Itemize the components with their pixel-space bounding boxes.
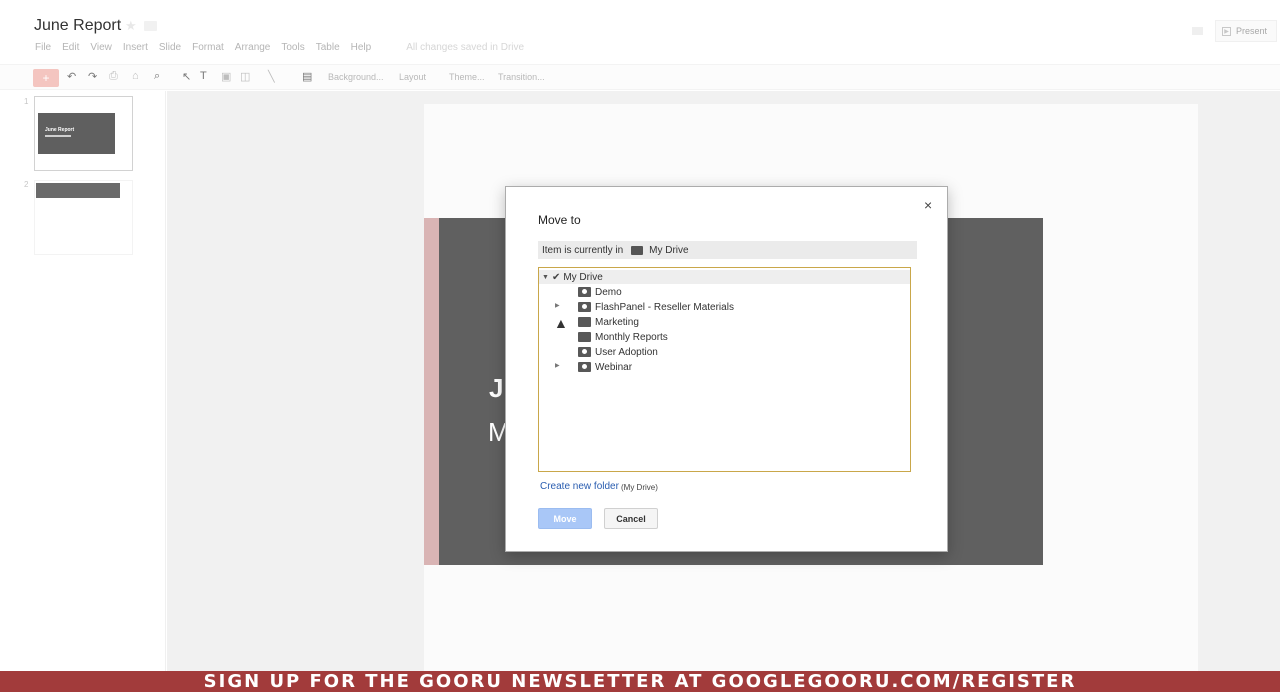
menu-insert[interactable]: Insert (123, 42, 148, 53)
tree-root-my-drive[interactable]: ▼ ✔ My Drive (539, 270, 910, 284)
line-icon[interactable]: ╲ (268, 70, 275, 83)
move-button[interactable]: Move (538, 508, 592, 529)
present-label: Present (1236, 26, 1268, 36)
expand-arrow-icon[interactable]: ▶ (555, 362, 560, 369)
print-icon[interactable]: ⎙ (109, 70, 118, 83)
slide-number: 1 (24, 97, 29, 106)
expand-arrow-icon[interactable]: ▶ (555, 302, 560, 309)
folder-icon (578, 332, 591, 342)
filmstrip (0, 91, 166, 671)
zoom-icon[interactable]: ⌕ (154, 70, 160, 83)
folder-icon[interactable] (144, 21, 157, 31)
folder-icon (578, 317, 591, 327)
mouse-cursor-icon: ▲ (554, 315, 568, 331)
image-icon[interactable]: ▣ (221, 70, 231, 83)
paint-format-icon[interactable]: ⌂ (132, 70, 139, 82)
thumbnail-band (36, 183, 120, 198)
check-icon: ✔ (551, 271, 561, 283)
folder-label: Webinar (595, 361, 633, 373)
folder-item-demo[interactable]: Demo (578, 285, 622, 299)
menu-edit[interactable]: Edit (62, 42, 79, 53)
banner-text: SIGN UP FOR THE GOORU NEWSLETTER AT GOOG… (203, 671, 1077, 692)
star-icon[interactable]: ★ (125, 18, 137, 34)
transition-button[interactable]: Transition... (498, 72, 545, 82)
location-label: Item is currently in (542, 244, 624, 256)
folder-label: Marketing (595, 316, 639, 328)
close-icon[interactable]: × (924, 197, 932, 213)
save-status: All changes saved in Drive (406, 42, 525, 53)
folder-item-webinar[interactable]: Webinar (578, 360, 632, 374)
menu-arrange[interactable]: Arrange (235, 42, 271, 53)
shared-folder-icon (578, 362, 591, 372)
comments-icon[interactable] (1192, 27, 1203, 35)
folder-label: FlashPanel - Reseller Materials (595, 301, 734, 313)
dialog-title: Move to (538, 213, 581, 227)
shared-folder-icon (578, 347, 591, 357)
menu-format[interactable]: Format (192, 42, 224, 53)
menu-table[interactable]: Table (316, 42, 340, 53)
background-button[interactable]: Background... (328, 72, 384, 82)
menu-tools[interactable]: Tools (281, 42, 304, 53)
current-location: Item is currently in My Drive (538, 241, 917, 259)
create-folder-location: (My Drive) (621, 483, 658, 492)
thumbnail-title: June Report (45, 127, 75, 133)
folder-item-flashpanel[interactable]: FlashPanel - Reseller Materials (578, 300, 734, 314)
select-icon[interactable]: ↖ (182, 70, 191, 83)
shared-folder-icon (578, 287, 591, 297)
thumbnail-subtitle (45, 135, 71, 137)
undo-icon[interactable]: ↶ (67, 70, 76, 83)
layout-button[interactable]: Layout (399, 72, 426, 82)
thumbnail-band: June Report (38, 113, 115, 154)
play-icon: ▶ (1222, 26, 1231, 36)
tree-root-label: My Drive (563, 271, 603, 283)
move-to-dialog: Move to × Item is currently in My Drive … (505, 186, 948, 552)
menu-bar: File Edit View Insert Slide Format Arran… (35, 42, 535, 53)
folder-item-user-adoption[interactable]: User Adoption (578, 345, 658, 359)
slide-thumbnail-2[interactable] (34, 180, 133, 255)
folder-icon (631, 245, 644, 255)
folder-tree: ▼ ✔ My Drive Demo ▶ FlashPanel - Reselle… (538, 267, 911, 472)
slide-accent-bar (424, 218, 439, 565)
toolbar: + ↶ ↷ ⎙ ⌂ ⌕ ↖ T ▣ ◫ ╲ ▤ Background... La… (0, 64, 1280, 90)
folder-label: Monthly Reports (595, 331, 668, 343)
folder-item-marketing[interactable]: Marketing (578, 315, 639, 329)
menu-slide[interactable]: Slide (159, 42, 181, 53)
menu-view[interactable]: View (90, 42, 112, 53)
cancel-button[interactable]: Cancel (604, 508, 658, 529)
menu-help[interactable]: Help (351, 42, 372, 53)
shape-icon[interactable]: ◫ (240, 70, 250, 83)
redo-icon[interactable]: ↷ (88, 70, 97, 83)
slide-thumbnail-1[interactable]: June Report (34, 96, 133, 171)
new-slide-button[interactable]: + (33, 69, 59, 87)
document-title[interactable]: June Report (34, 17, 121, 35)
newsletter-banner[interactable]: SIGN UP FOR THE GOORU NEWSLETTER AT GOOG… (0, 671, 1280, 692)
location-folder: My Drive (649, 244, 689, 256)
menu-file[interactable]: File (35, 42, 51, 53)
folder-label: User Adoption (595, 346, 658, 358)
slide-title-text[interactable]: J (489, 373, 503, 404)
textbox-icon[interactable]: T (200, 70, 207, 82)
folder-item-monthly-reports[interactable]: Monthly Reports (578, 330, 668, 344)
caret-down-icon[interactable]: ▼ (542, 274, 549, 281)
shared-folder-icon (578, 302, 591, 312)
slide-number: 2 (24, 180, 29, 189)
theme-button[interactable]: Theme... (449, 72, 485, 82)
present-button[interactable]: ▶ Present (1215, 20, 1277, 42)
create-folder-link[interactable]: Create new folder (540, 481, 619, 492)
comment-icon[interactable]: ▤ (302, 70, 312, 83)
folder-label: Demo (595, 286, 622, 298)
